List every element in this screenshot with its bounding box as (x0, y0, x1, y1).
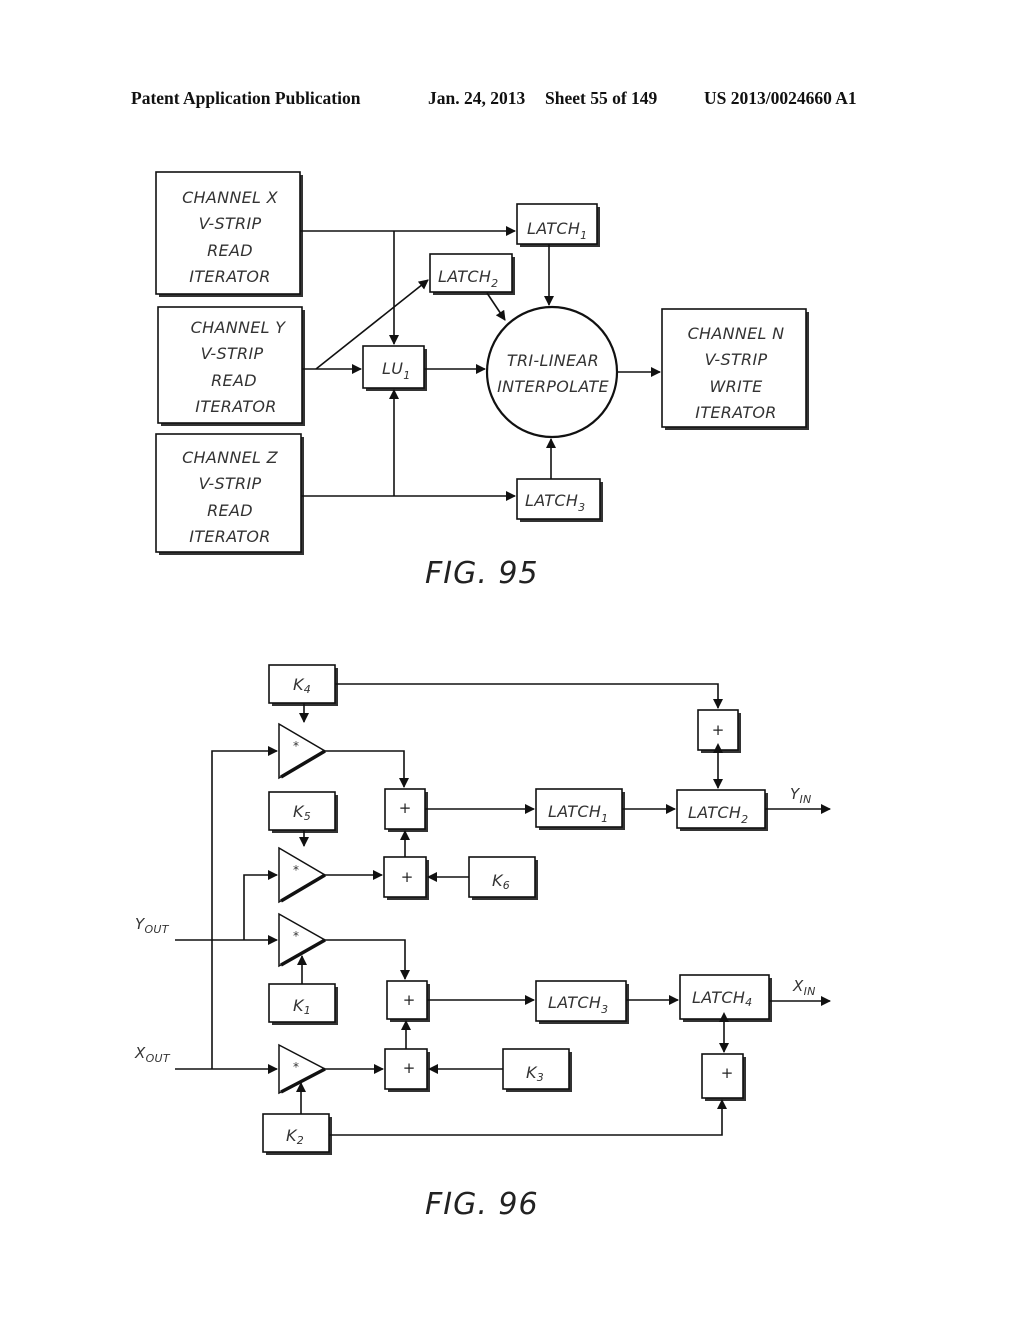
x-out-label: XOUT (134, 1044, 171, 1065)
label-subscript: 1 (580, 229, 587, 242)
y-in-label: YIN (790, 785, 812, 806)
label-base: LATCH (548, 802, 601, 821)
line-1: TRI-LINEAR (507, 351, 599, 370)
channel-n-write-iterator: CHANNEL N V-STRIP WRITE ITERATOR (661, 308, 809, 430)
multiply-symbol: * (293, 929, 299, 943)
label-base: LATCH (548, 993, 601, 1012)
constant-k6: K6 (468, 856, 538, 900)
adder-bottom-right: + (701, 1053, 746, 1101)
patent-figures: CHANNEL X V-STRIP READ ITERATOR CHANNEL … (134, 171, 831, 1222)
line-1: CHANNEL Z (182, 448, 279, 467)
multiplier-1: * (278, 722, 327, 780)
line-4: ITERATOR (695, 403, 776, 422)
figure-95: CHANNEL X V-STRIP READ ITERATOR CHANNEL … (155, 171, 809, 591)
multiply-symbol: * (293, 863, 299, 877)
label-base: X (134, 1044, 146, 1062)
fig95-latch-1: LATCH1 (516, 203, 600, 247)
label-subscript: 1 (403, 369, 410, 382)
multiply-symbol: * (293, 739, 299, 753)
fig95-latch-3: LATCH3 (516, 478, 603, 522)
label-subscript: OUT (146, 1052, 171, 1065)
constant-k2: K2 (262, 1113, 332, 1155)
channel-x-read-iterator: CHANNEL X V-STRIP READ ITERATOR (155, 171, 303, 297)
label-base: LATCH (688, 803, 741, 822)
line-3: READ (207, 241, 253, 260)
channel-y-read-iterator: CHANNEL Y V-STRIP READ ITERATOR (157, 306, 305, 426)
plus-symbol: + (403, 1059, 416, 1077)
line-1: CHANNEL Y (191, 318, 287, 337)
label-subscript: 2 (741, 813, 748, 826)
adder-1: + (384, 788, 428, 832)
plus-symbol: + (721, 1064, 734, 1082)
line-2: V-STRIP (705, 350, 768, 369)
label-subscript: 2 (297, 1134, 304, 1147)
label-subscript: IN (804, 985, 816, 998)
plus-symbol: + (399, 799, 412, 817)
line-3: WRITE (709, 377, 763, 396)
label-subscript: 3 (537, 1071, 544, 1084)
constant-k1: K1 (268, 983, 338, 1025)
x-in-label: XIN (792, 977, 816, 998)
label-base: LU (382, 359, 403, 378)
multiplier-2: * (278, 846, 327, 904)
y-out-label: YOUT (135, 915, 170, 936)
figure-95-caption: FIG. 95 (425, 556, 539, 591)
svg-text:LATCH4: LATCH4 (692, 988, 752, 1009)
line-2: INTERPOLATE (497, 377, 609, 396)
label-subscript: IN (799, 793, 811, 806)
label-base: LATCH (527, 219, 580, 238)
fig95-latch-2: LATCH2 (429, 253, 515, 295)
label-subscript: 3 (601, 1003, 608, 1016)
label-subscript: 2 (491, 277, 498, 290)
line-4: ITERATOR (189, 267, 270, 286)
label-subscript: 6 (503, 879, 510, 892)
label-subscript: OUT (144, 923, 169, 936)
label-subscript: 4 (745, 996, 752, 1009)
fig96-latch-1: LATCH1 (535, 788, 625, 830)
label-base: X (792, 977, 804, 995)
figure-96-caption: FIG. 96 (425, 1187, 539, 1222)
label-subscript: 1 (601, 812, 608, 825)
adder-3: + (386, 980, 430, 1022)
line-3: READ (211, 371, 257, 390)
multiply-symbol: * (293, 1060, 299, 1074)
fig96-latch-4: LATCH4 (679, 974, 772, 1022)
tri-linear-interpolator: TRI-LINEAR INTERPOLATE (485, 305, 619, 439)
label-base: LATCH (692, 988, 745, 1007)
figure-96: K4 K5 K6 K1 K3 K2 * * * * + + + + + + LA… (134, 664, 831, 1222)
adder-4: + (384, 1048, 430, 1092)
line-2: V-STRIP (201, 344, 264, 363)
adder-2: + (383, 856, 429, 900)
label-base: LATCH (525, 491, 578, 510)
fig96-latch-3: LATCH3 (535, 980, 629, 1024)
line-1: CHANNEL N (688, 324, 785, 343)
line-2: V-STRIP (199, 474, 262, 493)
plus-symbol: + (401, 868, 414, 886)
label-subscript: 4 (304, 683, 311, 696)
label-subscript: 3 (578, 501, 585, 514)
adder-top-right: + (697, 709, 741, 753)
label-subscript: 1 (304, 1004, 311, 1017)
constant-k5: K5 (268, 791, 338, 833)
plus-symbol: + (712, 721, 725, 739)
line-4: ITERATOR (195, 397, 276, 416)
fig96-latch-2: LATCH2 (676, 789, 768, 831)
line-1: CHANNEL X (182, 188, 279, 207)
label-base: LATCH (438, 267, 491, 286)
plus-symbol: + (403, 991, 416, 1009)
line-2: V-STRIP (199, 214, 262, 233)
constant-k3: K3 (502, 1048, 572, 1092)
lookup-unit-1: LU1 (362, 345, 427, 391)
multiplier-4: * (278, 1043, 327, 1095)
constant-k4: K4 (268, 664, 338, 706)
line-4: ITERATOR (189, 527, 270, 546)
label-subscript: 5 (304, 810, 311, 823)
line-3: READ (207, 501, 253, 520)
channel-z-read-iterator: CHANNEL Z V-STRIP READ ITERATOR (155, 433, 304, 555)
